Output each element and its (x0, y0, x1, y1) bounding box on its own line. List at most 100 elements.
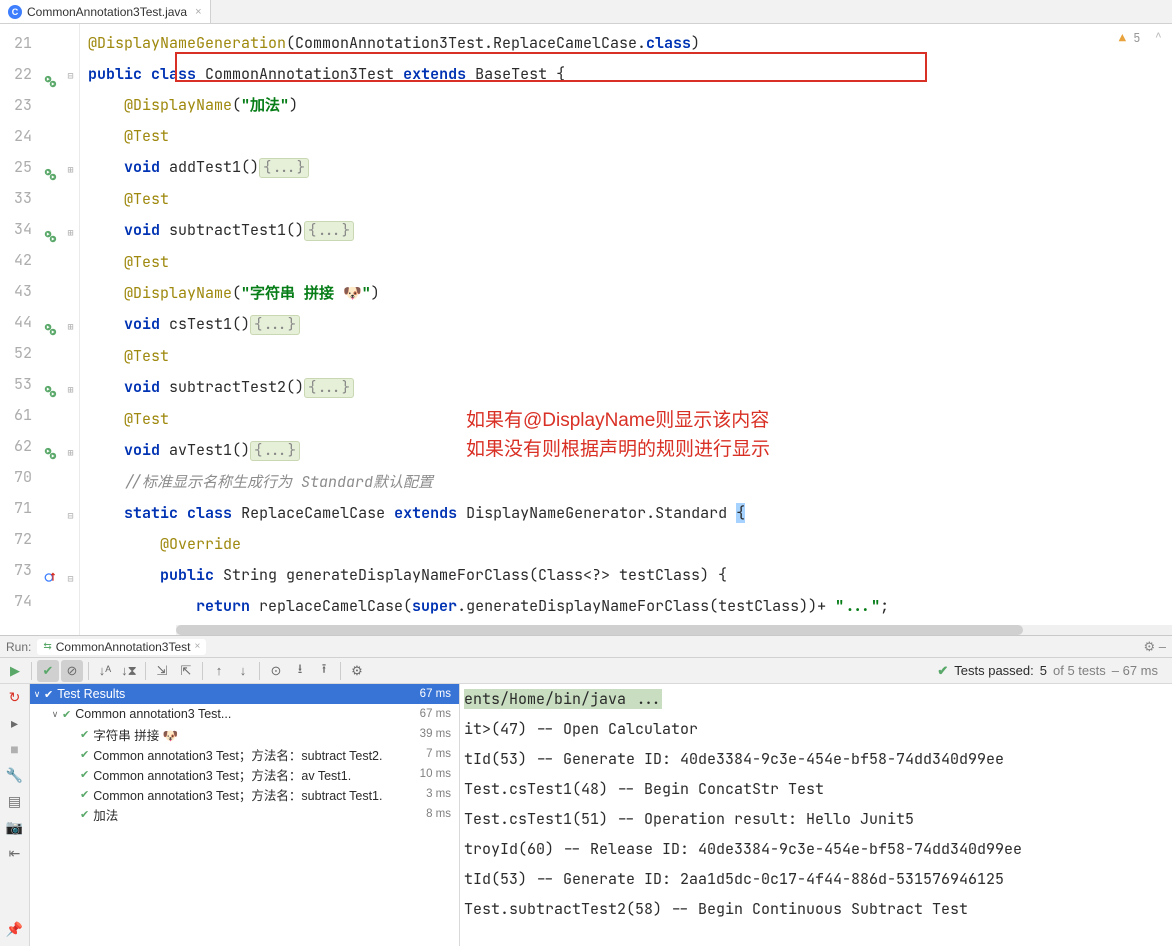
console-output[interactable]: ents/Home/bin/java ...it>(47) -- Open Ca… (460, 684, 1172, 946)
line-number: 34 (0, 214, 32, 245)
pass-icon: ✔ (62, 708, 71, 721)
line-number: 61 (0, 400, 32, 431)
toggle-autotest-button[interactable]: ▸ (4, 712, 26, 734)
code-line[interactable]: return replaceCamelCase(super.generateDi… (88, 591, 1172, 622)
annotation-text-2: 如果没有则根据声明的规则进行显示 (466, 436, 770, 464)
pass-icon: ✔ (80, 788, 89, 801)
run-gutter-icon[interactable] (44, 68, 57, 81)
check-icon: ✔ (937, 663, 948, 679)
fold-toggle[interactable]: ⊞ (67, 311, 73, 342)
line-number: 52 (0, 338, 32, 369)
line-number: 74 (0, 586, 32, 617)
run-label: Run: (6, 640, 31, 654)
run-gutter-icon[interactable] (44, 223, 57, 236)
settings-button[interactable]: ⚙ (346, 660, 368, 682)
code-line[interactable]: @Override (88, 529, 1172, 560)
pass-icon: ✔ (44, 688, 53, 701)
camera-icon[interactable]: 📷 (4, 816, 26, 838)
override-icon[interactable] (44, 564, 57, 577)
gear-icon[interactable]: ⚙ – (1144, 639, 1167, 655)
collapse-all-button[interactable]: ⇱ (175, 660, 197, 682)
horizontal-scrollbar[interactable] (176, 625, 1172, 635)
code-line[interactable]: @Test (88, 121, 1172, 152)
line-number: 42 (0, 245, 32, 276)
run-left-toolbar: ↻ ▸ ■ 🔧 ▤ 📷 ⇤ 📌 (0, 684, 30, 946)
console-line: Test.csTest1(51) -- Operation result: He… (464, 804, 1172, 834)
test-tree[interactable]: ∨✔Test Results67 ms∨✔Common annotation3 … (30, 684, 459, 946)
code-line[interactable]: void subtractTest2(){...} (88, 372, 1172, 404)
code-line[interactable]: @Test (88, 247, 1172, 278)
code-line[interactable]: //标准显示名称生成行为 Standard默认配置 (88, 467, 1172, 498)
test-tree-row[interactable]: ✔字符串 拼接 🐶39 ms (30, 724, 459, 744)
line-number-gutter: 21222324253334424344525361627071727374 (0, 24, 38, 635)
prev-button[interactable]: ↑ (208, 660, 230, 682)
expand-all-button[interactable]: ⇲ (151, 660, 173, 682)
code-line[interactable]: @DisplayName("字符串 拼接 🐶") (88, 278, 1172, 309)
test-tree-row[interactable]: ∨✔Common annotation3 Test...67 ms (30, 704, 459, 724)
test-status-bar: ✔ Tests passed: 5 of 5 tests – 67 ms (927, 658, 1168, 684)
line-number: 22 (0, 59, 32, 90)
exit-icon[interactable]: ⇤ (4, 842, 26, 864)
line-number: 73 (0, 555, 32, 586)
code-line[interactable]: void csTest1(){...} (88, 309, 1172, 341)
test-tree-row[interactable]: ∨✔Test Results67 ms (30, 684, 459, 704)
problems-indicator[interactable]: ▲ 5 ^ (1119, 30, 1162, 46)
run-gutter-icon[interactable] (44, 161, 57, 174)
editor-tab[interactable]: C CommonAnnotation3Test.java × (0, 0, 211, 23)
export-button[interactable]: ⭱ (313, 660, 335, 682)
code-line[interactable]: public class CommonAnnotation3Test exten… (88, 59, 1172, 90)
run-gutter-icon[interactable] (44, 440, 57, 453)
show-passed-button[interactable]: ✔ (37, 660, 59, 682)
import-button[interactable]: ⭳ (289, 660, 311, 682)
code-line[interactable]: static class ReplaceCamelCase extends Di… (88, 498, 1172, 529)
wrench-icon[interactable]: 🔧 (4, 764, 26, 786)
pass-icon: ✔ (80, 728, 89, 741)
run-configuration-tab[interactable]: ⇆ CommonAnnotation3Test × (37, 639, 206, 655)
line-number: 70 (0, 462, 32, 493)
rerun-failed-button[interactable]: ↻ (4, 686, 26, 708)
stop-button[interactable]: ■ (4, 738, 26, 760)
editor-tabbar: C CommonAnnotation3Test.java × (0, 0, 1172, 24)
run-toolbar: ▶ ✔ ⊘ ↓ᴬ ↓⧗ ⇲ ⇱ ↑ ↓ ⊙ ⭳ ⭱ ⚙ ✔ Tests pass… (0, 658, 1172, 684)
pass-icon: ✔ (80, 808, 89, 821)
test-tree-row[interactable]: ✔Common annotation3 Test；方法名：subtract Te… (30, 784, 459, 804)
code-area[interactable]: 如果有@DisplayName则显示该内容 如果没有则根据声明的规则进行显示 @… (80, 24, 1172, 635)
console-line: ents/Home/bin/java ... (464, 684, 1172, 714)
line-number: 43 (0, 276, 32, 307)
line-number: 23 (0, 90, 32, 121)
run-gutter-icon[interactable] (44, 378, 57, 391)
fold-toggle[interactable]: ⊞ (67, 374, 73, 405)
code-line[interactable]: @DisplayNameGeneration(CommonAnnotation3… (88, 28, 1172, 59)
fold-toggle[interactable]: ⊞ (67, 154, 73, 185)
fold-toggle[interactable]: ⊟ (67, 60, 73, 91)
layout-icon[interactable]: ▤ (4, 790, 26, 812)
fold-toggle[interactable]: ⊞ (67, 437, 73, 468)
run-tool-window: Run: ⇆ CommonAnnotation3Test × ⚙ – ▶ ✔ ⊘… (0, 635, 1172, 946)
fold-toggle[interactable]: ⊞ (67, 217, 73, 248)
test-tree-row[interactable]: ✔Common annotation3 Test；方法名：subtract Te… (30, 744, 459, 764)
console-line: it>(47) -- Open Calculator (464, 714, 1172, 744)
sort-alpha-button[interactable]: ↓ᴬ (94, 660, 116, 682)
test-tree-row[interactable]: ✔Common annotation3 Test；方法名：av Test1.10… (30, 764, 459, 784)
code-line[interactable]: @DisplayName("加法") (88, 90, 1172, 121)
rerun-button[interactable]: ▶ (4, 660, 26, 682)
close-icon[interactable]: × (195, 6, 201, 18)
code-editor: 21222324253334424344525361627071727374 ⊟… (0, 24, 1172, 635)
code-line[interactable]: public String generateDisplayNameForClas… (88, 560, 1172, 591)
test-history-button[interactable]: ⊙ (265, 660, 287, 682)
tab-filename: CommonAnnotation3Test.java (27, 5, 187, 19)
run-gutter-icon[interactable] (44, 316, 57, 329)
fold-toggle[interactable]: ⊟ (67, 563, 73, 594)
code-line[interactable]: @Test (88, 341, 1172, 372)
next-button[interactable]: ↓ (232, 660, 254, 682)
sort-duration-button[interactable]: ↓⧗ (118, 660, 140, 682)
fold-toggle[interactable]: ⊟ (67, 500, 73, 531)
code-line[interactable]: @Test (88, 184, 1172, 215)
run-gutter (38, 24, 62, 635)
pin-icon[interactable]: 📌 (4, 918, 26, 940)
show-ignored-button[interactable]: ⊘ (61, 660, 83, 682)
close-icon[interactable]: × (195, 641, 201, 652)
code-line[interactable]: void subtractTest1(){...} (88, 215, 1172, 247)
code-line[interactable]: void addTest1(){...} (88, 152, 1172, 184)
test-tree-row[interactable]: ✔加法8 ms (30, 804, 459, 824)
